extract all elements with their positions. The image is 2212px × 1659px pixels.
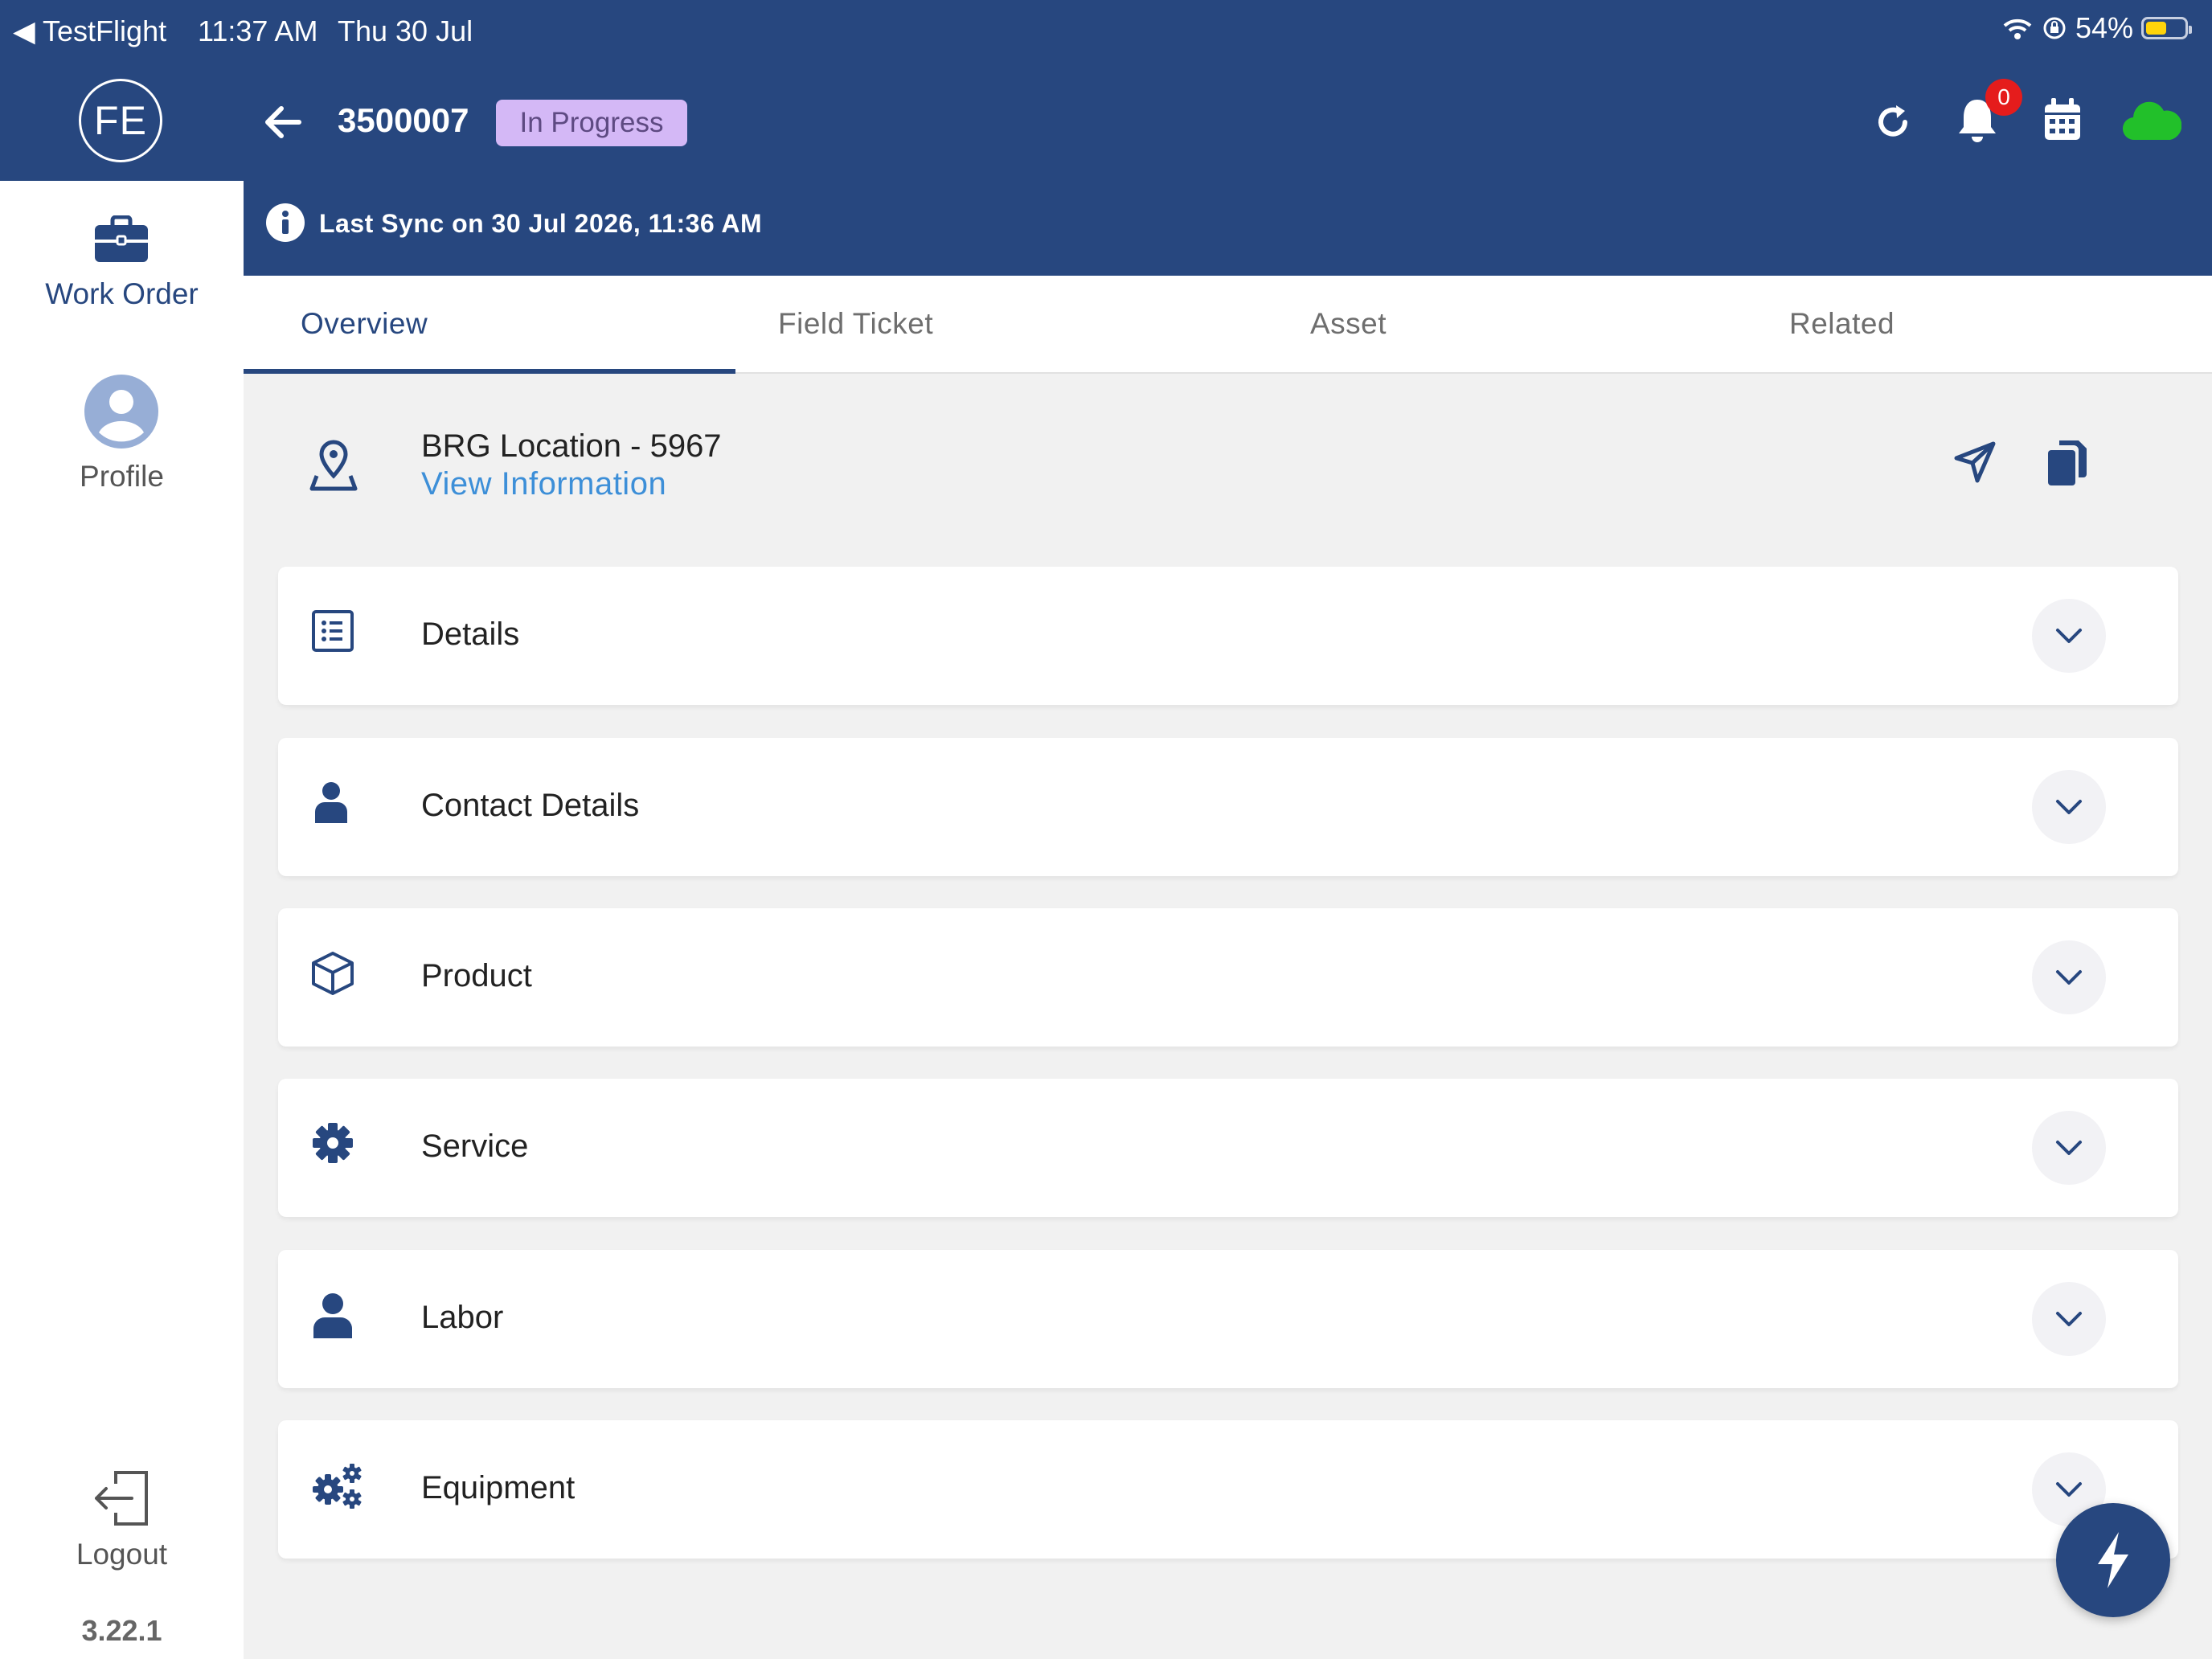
chevron-down-icon bbox=[2056, 1482, 2082, 1497]
section-label: Service bbox=[421, 1129, 529, 1164]
cube-icon bbox=[312, 952, 354, 995]
status-badge: In Progress bbox=[496, 100, 687, 146]
app-version: 3.22.1 bbox=[81, 1614, 162, 1647]
active-tab-indicator bbox=[244, 369, 735, 374]
chevron-down-icon bbox=[2056, 1312, 2082, 1326]
battery-percent: 54% bbox=[2075, 11, 2133, 44]
gears-icon bbox=[313, 1464, 362, 1509]
quick-action-button[interactable] bbox=[2056, 1503, 2170, 1617]
info-icon bbox=[266, 203, 305, 242]
tab-overview[interactable]: Overview bbox=[301, 307, 428, 341]
calendar-icon[interactable] bbox=[2042, 96, 2083, 143]
back-to-testflight[interactable]: ◀ TestFlight bbox=[13, 14, 166, 48]
expand-button[interactable] bbox=[2032, 1282, 2106, 1356]
refresh-icon[interactable] bbox=[1873, 100, 1913, 144]
chevron-down-icon bbox=[2056, 629, 2082, 643]
person-icon bbox=[315, 782, 347, 823]
tab-bar bbox=[244, 276, 2212, 374]
app-logo: FE bbox=[79, 79, 162, 162]
lightning-bolt-icon bbox=[2098, 1532, 2128, 1588]
orientation-lock-icon bbox=[2043, 17, 2066, 39]
gear-icon bbox=[313, 1123, 353, 1163]
chevron-down-icon bbox=[2056, 1141, 2082, 1155]
top-app-bar bbox=[0, 0, 2212, 181]
section-label: Contact Details bbox=[421, 788, 640, 823]
expand-button[interactable] bbox=[2032, 599, 2106, 673]
expand-button[interactable] bbox=[2032, 940, 2106, 1014]
location-pin-icon bbox=[309, 440, 358, 491]
section-product[interactable]: Product bbox=[278, 908, 2178, 1047]
section-equipment[interactable]: Equipment bbox=[278, 1420, 2178, 1559]
chevron-down-icon bbox=[2056, 970, 2082, 985]
chevron-down-icon bbox=[2056, 800, 2082, 814]
wifi-icon bbox=[2003, 18, 2032, 39]
section-contact-details[interactable]: Contact Details bbox=[278, 738, 2178, 876]
expand-button[interactable] bbox=[2032, 1111, 2106, 1185]
section-service[interactable]: Service bbox=[278, 1079, 2178, 1217]
status-icons: 54% bbox=[2001, 11, 2192, 45]
logout-icon[interactable] bbox=[92, 1469, 153, 1527]
status-time: 11:37 AM bbox=[198, 14, 318, 47]
section-label: Equipment bbox=[421, 1470, 576, 1505]
copy-icon[interactable] bbox=[2045, 437, 2090, 489]
worker-icon bbox=[313, 1293, 352, 1338]
section-label: Labor bbox=[421, 1300, 504, 1335]
back-arrow-icon[interactable] bbox=[259, 98, 307, 146]
cloud-sync-icon[interactable] bbox=[2122, 100, 2181, 141]
tab-related[interactable]: Related bbox=[1789, 307, 1895, 341]
expand-button[interactable] bbox=[2032, 770, 2106, 844]
navigate-icon[interactable] bbox=[1950, 439, 1998, 487]
user-circle-icon[interactable] bbox=[84, 375, 158, 449]
work-order-number: 3500007 bbox=[338, 101, 469, 139]
section-label: Product bbox=[421, 958, 532, 993]
logout-button[interactable]: Logout bbox=[0, 1538, 244, 1571]
notification-count-badge: 0 bbox=[1985, 79, 2022, 116]
battery-icon bbox=[2141, 17, 2192, 39]
tab-asset[interactable]: Asset bbox=[1310, 307, 1387, 341]
section-details[interactable]: Details bbox=[278, 567, 2178, 705]
sidebar-item-profile[interactable]: Profile bbox=[0, 460, 244, 494]
briefcase-icon[interactable] bbox=[93, 215, 150, 264]
location-title: BRG Location - 5967 bbox=[421, 428, 722, 464]
view-information-link[interactable]: View Information bbox=[421, 466, 666, 502]
status-date: Thu 30 Jul bbox=[338, 14, 473, 47]
tab-field-ticket[interactable]: Field Ticket bbox=[778, 307, 933, 341]
sidebar-item-work-order[interactable]: Work Order bbox=[0, 277, 244, 311]
list-icon bbox=[312, 610, 354, 652]
last-sync-text: Last Sync on 30 Jul 2026, 11:36 AM bbox=[319, 209, 763, 238]
section-label: Details bbox=[421, 616, 520, 652]
section-labor[interactable]: Labor bbox=[278, 1250, 2178, 1388]
